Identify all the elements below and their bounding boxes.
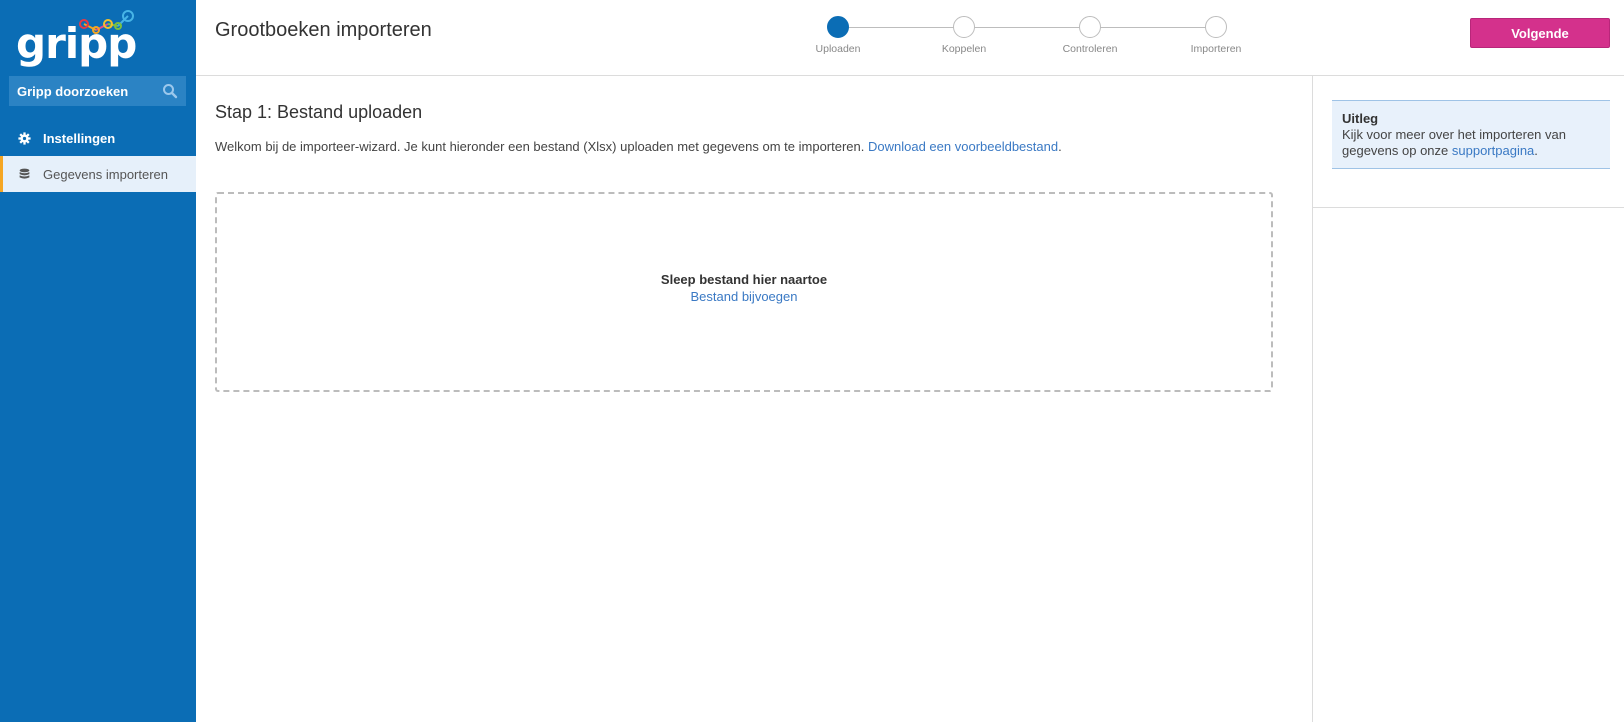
search-icon[interactable]: [162, 83, 178, 99]
gear-icon: [18, 131, 31, 145]
step-dot: [953, 16, 975, 38]
header: Grootboeken importeren Uploaden Koppelen…: [196, 0, 1624, 76]
sidebar-item-instellingen[interactable]: Instellingen: [0, 120, 196, 156]
page-title: Grootboeken importeren: [215, 19, 432, 41]
wizard-stepper: Uploaden Koppelen Controleren Importeren: [816, 15, 1258, 61]
logo-text: gripp: [16, 19, 137, 68]
step-controleren[interactable]: Controleren: [1060, 15, 1120, 55]
sidebar-item-label: Instellingen: [43, 130, 116, 146]
info-title: Uitleg: [1342, 111, 1379, 126]
info-end: .: [1534, 143, 1538, 158]
step-uploaden[interactable]: Uploaden: [808, 15, 868, 55]
search-label: Gripp doorzoeken: [17, 83, 129, 99]
info-box: Uitleg Kijk voor meer over het importere…: [1332, 100, 1610, 169]
step-dot: [1079, 16, 1101, 38]
sidebar: gripp Gripp doorzoeken Instellingen Gege…: [0, 0, 196, 722]
next-button[interactable]: Volgende: [1470, 18, 1610, 48]
step-importeren[interactable]: Importeren: [1186, 15, 1246, 55]
step-dot-active: [827, 16, 849, 38]
intro-text: Welkom bij de importeer-wizard. Je kunt …: [215, 139, 865, 154]
sidebar-item-gegevens-importeren[interactable]: Gegevens importeren: [0, 156, 196, 192]
step-label: Importeren: [1190, 43, 1242, 55]
intro-paragraph: Welkom bij de importeer-wizard. Je kunt …: [215, 139, 1062, 154]
database-icon: [19, 168, 30, 179]
divider: [1313, 207, 1624, 208]
search-bar[interactable]: Gripp doorzoeken: [9, 76, 186, 106]
dropzone-text: Sleep bestand hier naartoe: [660, 272, 828, 287]
step-title: Stap 1: Bestand uploaden: [215, 102, 423, 122]
right-panel: Uitleg Kijk voor meer over het importere…: [1312, 76, 1624, 722]
step-koppelen[interactable]: Koppelen: [934, 15, 994, 55]
file-dropzone[interactable]: Sleep bestand hier naartoe Bestand bijvo…: [215, 192, 1273, 392]
info-text: Kijk voor meer over het importeren van g…: [1342, 127, 1600, 159]
step-dot: [1205, 16, 1227, 38]
attach-file-link[interactable]: Bestand bijvoegen: [691, 289, 798, 304]
step-label: Koppelen: [941, 43, 987, 55]
step-label: Controleren: [1062, 43, 1118, 55]
support-page-link[interactable]: supportpagina: [1452, 143, 1534, 158]
sidebar-item-label: Gegevens importeren: [43, 166, 169, 182]
gripp-logo[interactable]: gripp: [16, 8, 137, 68]
intro-end: .: [1058, 139, 1062, 154]
step-label: Uploaden: [815, 43, 861, 55]
stepper-line: [838, 27, 1216, 28]
download-example-link[interactable]: Download een voorbeeldbestand: [868, 139, 1058, 154]
main-content: Stap 1: Bestand uploaden Welkom bij de i…: [196, 76, 1312, 722]
